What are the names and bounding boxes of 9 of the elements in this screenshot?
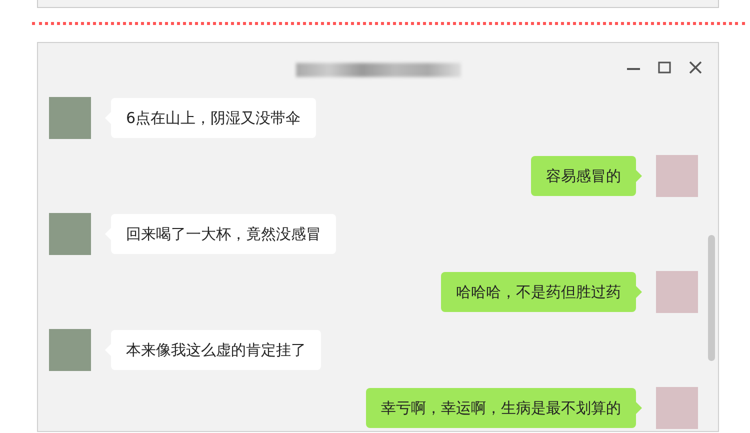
scrollbar[interactable]: [708, 235, 715, 361]
avatar-photo-placeholder[interactable]: [656, 271, 698, 313]
maximize-icon[interactable]: [658, 61, 671, 74]
close-icon[interactable]: [689, 61, 702, 74]
avatar-photo-placeholder[interactable]: [49, 97, 91, 139]
avatar-photo-placeholder[interactable]: [49, 213, 91, 255]
avatar-photo-placeholder[interactable]: [49, 329, 91, 371]
avatar-photo-placeholder[interactable]: [656, 387, 698, 429]
avatar-photo-placeholder[interactable]: [656, 155, 698, 197]
